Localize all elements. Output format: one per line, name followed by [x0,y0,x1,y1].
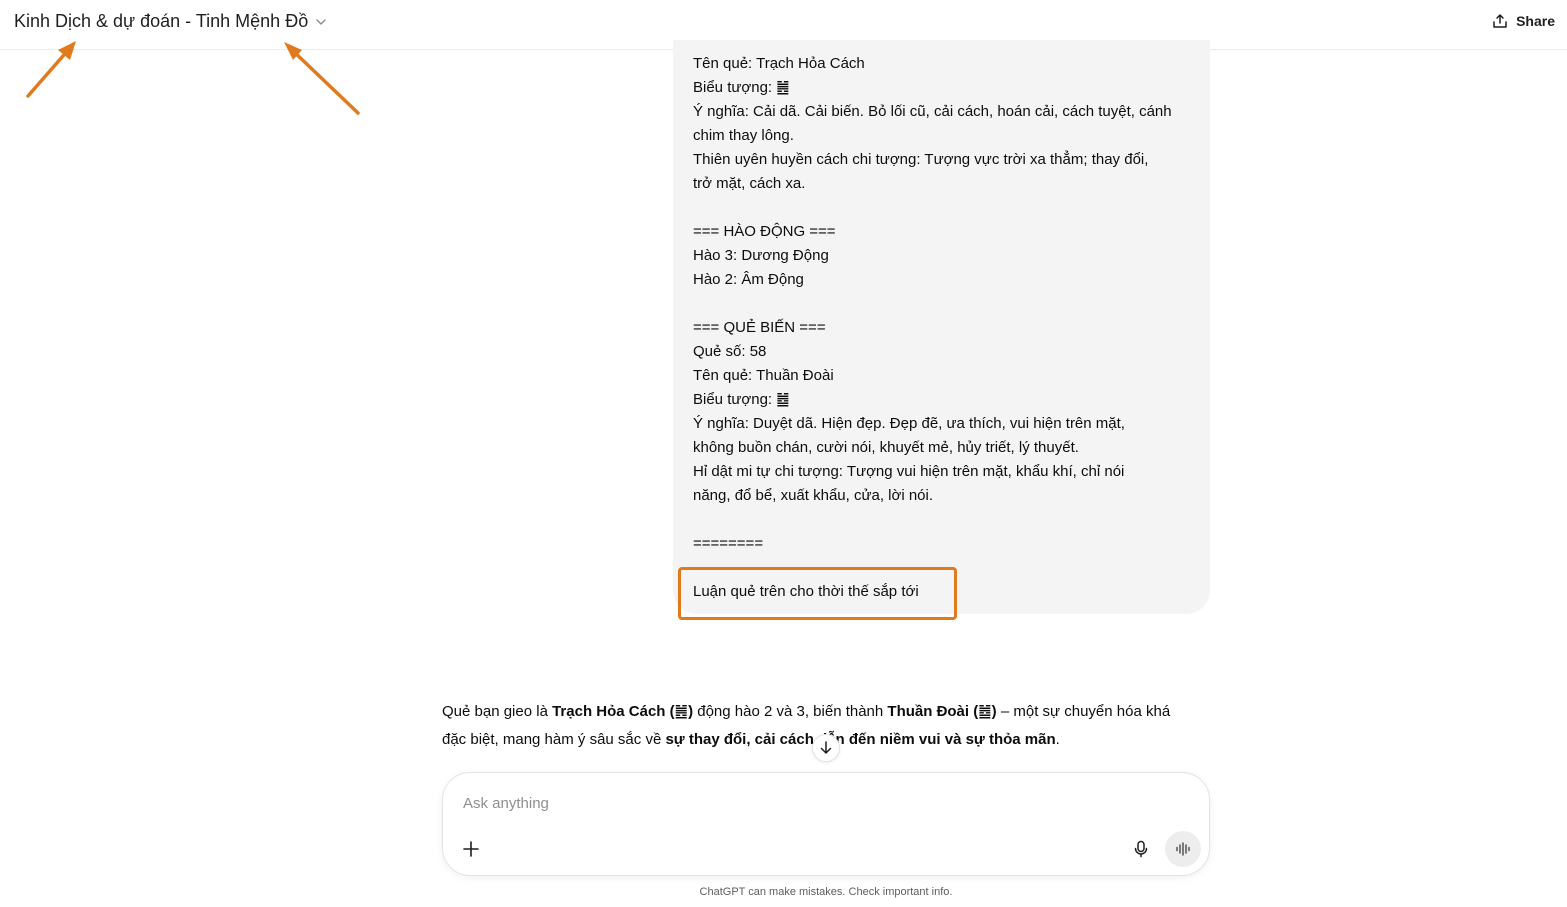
user-message-line: Tên quẻ: Trạch Hỏa Cách [693,55,865,72]
user-message-line: ======== [693,535,764,552]
assistant-text: Quẻ bạn gieo là [442,703,553,720]
user-message-line: Thiên uyên huyền cách chi tượng: Tượng v… [693,151,1149,168]
microphone-icon [1134,840,1148,858]
user-message-line: Ý nghĩa: Cải dã. Cải biến. Bỏ lối cũ, cả… [693,103,1172,120]
share-button[interactable]: Share [1492,13,1555,29]
user-message-bubble: Tên quẻ: Trạch Hỏa Cách Biểu tượng: ䷰ Ý ng… [673,40,1210,614]
user-message-line: Quẻ số: 58 [693,343,767,360]
assistant-text: động hào 2 và 3, biến thành [693,703,888,720]
assistant-text: . [1055,731,1060,748]
conversation-title-dropdown[interactable]: Kinh Dịch & dự đoán - Tinh Mệnh Đồ [14,11,328,32]
user-message-line: Ý nghĩa: Duyệt dã. Hiện đẹp. Đẹp đẽ, ưa … [693,415,1125,432]
assistant-paragraph-line-1: Quẻ bạn gieo là Trạch Hỏa Cách (䷰) động … [442,698,1222,726]
assistant-bold-text: Thuần Đoài (䷹) [887,703,997,720]
scroll-to-bottom-button[interactable] [812,734,840,762]
assistant-bold-text: sự thay đổi, cải cách dẫn đến niềm vui v… [665,731,1056,748]
user-message-line: === HÀO ĐỘNG === [693,223,836,240]
arrow-down-icon [820,741,832,754]
conversation-title: Kinh Dịch & dự đoán - Tinh Mệnh Đồ [14,11,309,31]
user-message-line: Biểu tượng: ䷹ [693,391,790,408]
add-attachment-button[interactable] [459,837,483,861]
user-message-line: Tên quẻ: Thuần Đoài [693,367,834,384]
prompt-input[interactable] [463,789,1103,817]
user-message-line: chim thay lông. [693,127,794,144]
plus-icon [463,841,479,857]
chevron-down-icon [316,18,326,25]
disclaimer-text: ChatGPT can make mistakes. Check importa… [699,886,953,898]
annotation-arrow-left [26,46,72,98]
user-message-line: === QUẺ BIẾN === [693,319,826,336]
share-icon [1493,14,1507,28]
assistant-text: – một sự chuyển hóa khá [996,703,1171,720]
user-message-line: Hỉ dật mi tự chi tượng: Tượng vui hiện t… [693,463,1125,480]
share-label: Share [1516,13,1555,29]
annotation-arrow-right [289,47,360,115]
user-message-line: không buồn chán, cười nói, khuyết mẻ, hủ… [693,439,1079,456]
user-message-text: Tên quẻ: Trạch Hỏa Cách Biểu tượng: ䷰ Ý ng… [693,52,1193,604]
dictate-button[interactable] [1129,837,1153,861]
user-message-line: Biểu tượng: ䷰ [693,79,790,96]
user-message-line: Hào 2: Âm Động [693,271,804,288]
assistant-text: đặc biệt, mang hàm ý sâu sắc về [442,731,666,748]
user-message-line: trở mặt, cách xa. [693,175,806,192]
voice-mode-icon [1176,842,1190,856]
message-composer [442,772,1210,876]
annotation-highlight-box [678,567,957,620]
user-message-line: năng, đổ bể, xuất khẩu, cửa, lời nói. [693,487,934,504]
assistant-bold-text: Trạch Hỏa Cách (䷰) [552,703,694,720]
user-message-line: Hào 3: Dương Động [693,247,829,264]
voice-mode-button[interactable] [1165,831,1201,867]
